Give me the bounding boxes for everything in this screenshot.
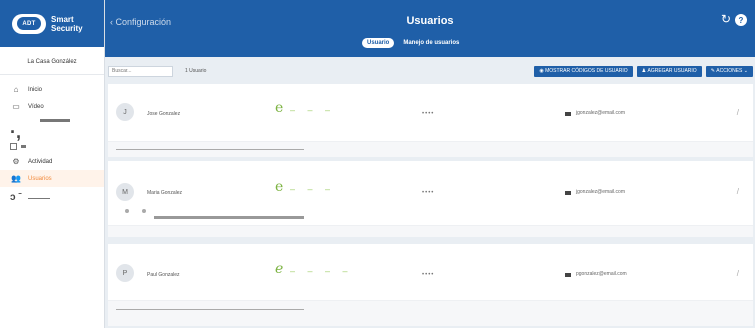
home-icon: ⌂ <box>13 85 19 94</box>
avatar: J <box>116 103 134 121</box>
sidebar-item-usuarios[interactable]: 👥 Usuarios <box>0 170 104 187</box>
user-details <box>108 225 753 237</box>
pin-placeholder: – – – – <box>290 266 353 276</box>
user-name: Jose Gonzalez <box>147 111 181 117</box>
placeholder-dot <box>125 209 129 213</box>
search-input[interactable] <box>108 65 173 77</box>
user-name: Paul Gonzalez <box>147 272 180 278</box>
users-toolbar: 1 Usuario ◉ MOSTRAR CÓDIGOS DE USUARIO ♟… <box>108 64 753 78</box>
pin-code: •••• <box>422 111 435 117</box>
placeholder-bar <box>21 144 26 148</box>
placeholder-row: ɔ ˉ <box>0 187 104 209</box>
user-details <box>108 141 753 157</box>
user-email: jgonzalez@email.com <box>576 189 625 195</box>
logo-text: ADT <box>17 17 41 30</box>
user-card[interactable]: P Paul Gonzalez e – – – – •••• pgonzalez… <box>108 244 753 326</box>
page-title: Usuarios <box>406 15 454 27</box>
sidebar-item-inicio[interactable]: ⌂ Inicio <box>0 81 104 98</box>
pin-placeholder: – – – <box>290 184 336 194</box>
tab-bar: Usuario Manejo de usuarios <box>362 38 464 48</box>
edit-icon[interactable]: / <box>737 187 739 196</box>
user-email: pgonzalez@email.com <box>576 271 627 277</box>
sidebar-item-label: Inicio <box>28 86 43 93</box>
placeholder-glyph: ɔ ˉ <box>10 192 22 203</box>
activity-icon: ⚙ <box>12 157 20 166</box>
placeholder-glyph: ·, <box>10 122 21 142</box>
tab-manejo-usuarios[interactable]: Manejo de usuarios <box>398 38 464 48</box>
sidebar-item-video[interactable]: ▭ Vídeo <box>0 98 104 115</box>
email-icon <box>565 273 571 277</box>
video-icon: ▭ <box>12 102 20 111</box>
avatar: P <box>116 264 134 282</box>
placeholder-box <box>10 142 17 150</box>
brand-name: Smart Security <box>51 15 83 33</box>
pin-code: •••• <box>422 272 435 278</box>
actions-label: ACCIONES <box>716 68 743 74</box>
edit-icon[interactable]: / <box>737 269 739 278</box>
sidebar-item-label: Vídeo <box>28 103 44 110</box>
email-icon <box>565 191 571 195</box>
pin-status-icon: e <box>275 179 284 195</box>
tab-usuario[interactable]: Usuario <box>362 38 395 48</box>
placeholder-line <box>116 149 304 150</box>
sidebar: ADT Smart Security La Casa González ⌂ In… <box>0 0 105 328</box>
sidebar-item-label: Usuarios <box>28 175 52 182</box>
refresh-icon[interactable]: ↻ <box>721 12 731 26</box>
user-count: 1 Usuario <box>185 68 207 74</box>
avatar: M <box>116 183 134 201</box>
show-codes-button[interactable]: ◉ MOSTRAR CÓDIGOS DE USUARIO <box>534 65 633 77</box>
pin-status-icon: e <box>275 100 284 116</box>
user-name: Maria Gonzalez <box>147 190 183 196</box>
sidebar-nav: ⌂ Inicio ▭ Vídeo ·, ⚙ Actividad 👥 Usuari… <box>0 75 104 209</box>
pin-placeholder: – – – <box>290 105 336 115</box>
email-icon <box>565 112 571 116</box>
users-icon: 👥 <box>11 174 21 183</box>
adt-logo: ADT <box>12 13 46 34</box>
user-email: jgonzalez@email.com <box>576 110 625 116</box>
edit-icon[interactable]: / <box>737 108 739 117</box>
add-user-label: AGREGAR USUARIO <box>647 68 697 74</box>
placeholder-row: ·, <box>0 122 104 142</box>
placeholder-bar <box>40 118 70 122</box>
brand-line1: Smart <box>51 14 74 24</box>
top-bar: ‹ Configuración Usuarios Usuario Manejo … <box>105 0 755 57</box>
user-details <box>108 300 753 326</box>
pin-code: •••• <box>422 190 435 196</box>
brand-line2: Security <box>51 23 83 33</box>
sidebar-item-actividad[interactable]: ⚙ Actividad <box>0 153 104 170</box>
add-user-button[interactable]: ♟ AGREGAR USUARIO <box>636 65 702 77</box>
sidebar-item-label: Actividad <box>28 158 53 165</box>
placeholder-line <box>116 309 304 310</box>
user-card[interactable]: J Jose Gonzalez e – – – •••• jgonzalez@e… <box>108 84 753 157</box>
brand-header[interactable]: ADT Smart Security <box>0 0 104 47</box>
pin-status-icon: e <box>275 261 284 277</box>
show-codes-label: MOSTRAR CÓDIGOS DE USUARIO <box>545 68 628 74</box>
help-icon[interactable]: ? <box>735 14 747 26</box>
placeholder-bar <box>27 197 50 199</box>
actions-button[interactable]: ✎ ACCIONES ⌄ <box>705 65 753 77</box>
location-selector[interactable]: La Casa González <box>0 49 104 75</box>
placeholder-dot <box>142 209 146 213</box>
chevron-down-icon: ⌄ <box>742 68 748 74</box>
placeholder-bar <box>154 216 304 219</box>
user-card[interactable]: M Maria Gonzalez e – – – •••• jgonzalez@… <box>108 161 753 237</box>
